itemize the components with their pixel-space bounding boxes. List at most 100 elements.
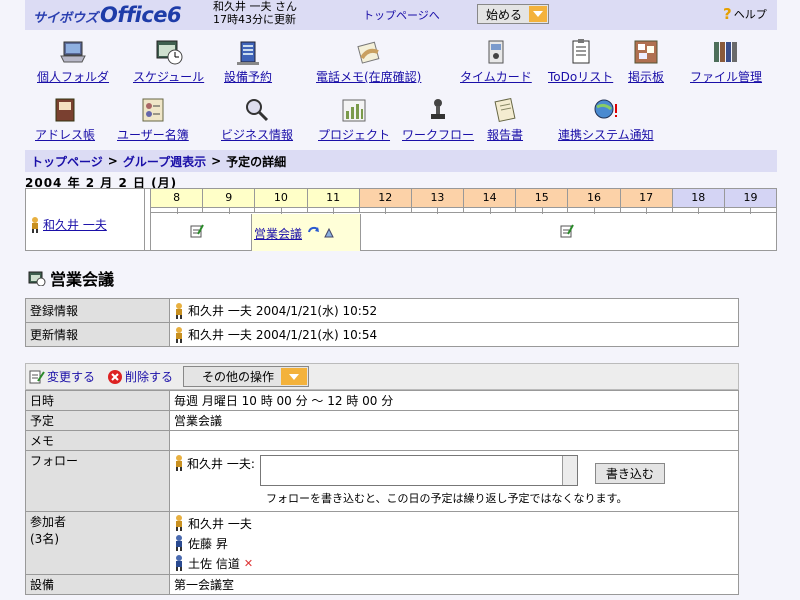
hour-cell: 15 [515, 189, 568, 207]
start-button[interactable]: 始める [477, 4, 549, 24]
app-timecard[interactable]: タイムカード [460, 38, 532, 85]
memo-value [169, 430, 739, 451]
repeat-icon [308, 226, 334, 238]
schedule-icon [28, 271, 46, 286]
app-todo-list[interactable]: ToDoリスト [548, 38, 613, 85]
event-title: 営業会議 [28, 266, 114, 290]
dropdown-arrow-icon [281, 368, 308, 385]
updated-label: 更新情報 [25, 322, 170, 347]
breadcrumb-group-week[interactable]: グループ週表示 [123, 153, 206, 170]
event-label[interactable]: 営業会議 [254, 225, 302, 242]
logo-brand: サイボウズ [33, 11, 99, 26]
report-icon [494, 97, 516, 123]
hour-cell: 13 [410, 189, 464, 207]
stamp-icon [431, 99, 445, 119]
hour-cell: 19 [723, 189, 777, 207]
calendar-clock-icon [156, 40, 183, 65]
registered-info: 和久井 一夫 2004/1/21(水) 10:52 [169, 298, 739, 323]
todo-icon [572, 39, 590, 64]
participant: 佐藤 昇 [174, 533, 734, 553]
app-bulletin-board[interactable]: 掲示板 [628, 38, 664, 85]
registered-label: 登録情報 [25, 298, 170, 323]
follow-user: 和久井 一夫: [187, 457, 255, 471]
updated-info: 和久井 一夫 2004/1/21(水) 10:54 [169, 322, 739, 347]
phone-memo-icon [357, 41, 380, 64]
participant: 土佐 信道 ✕ [174, 553, 734, 573]
registered-user: 和久井 一夫 [188, 304, 252, 318]
follow-label: フォロー [25, 450, 170, 512]
help-link[interactable]: ? ヘルプ [723, 5, 767, 23]
timeline-member[interactable]: 和久井 一夫 [30, 216, 107, 233]
user-icon [176, 455, 182, 471]
app-user-roster[interactable]: ユーザー名簿 [117, 96, 189, 143]
breadcrumb-top-page[interactable]: トップページ [31, 153, 103, 170]
write-button[interactable]: 書き込む [594, 463, 665, 484]
updated-user: 和久井 一夫 [188, 328, 252, 342]
globe-alert-icon [594, 99, 617, 119]
updated-time: 17時43分に更新 [213, 13, 296, 26]
event-title-text: 営業会議 [50, 270, 115, 289]
logo-product: Office6 [100, 3, 182, 27]
add-schedule-icon[interactable] [560, 224, 574, 238]
timecard-icon [488, 40, 504, 64]
registered-time: 2004/1/21(水) 10:52 [255, 304, 378, 318]
datetime-label: 日時 [25, 390, 170, 411]
start-button-label: 始める [486, 7, 523, 22]
textarea-scrollbar[interactable] [561, 456, 577, 485]
participant-name: 土佐 信道 [188, 556, 240, 571]
delete-label: 削除する [125, 370, 174, 384]
edit-button[interactable]: 変更する [29, 368, 95, 385]
top-page-link[interactable]: トップページへ [363, 7, 440, 23]
app-personal-folder[interactable]: 個人フォルダ [37, 38, 109, 85]
registration-info-table: 登録情報 和久井 一夫 2004/1/21(水) 10:52 更新情報 和久井 … [25, 298, 739, 347]
app-report[interactable]: 報告書 [487, 96, 523, 143]
question-icon: ? [723, 5, 732, 23]
facility-label: 設備 [25, 574, 170, 595]
hour-cell: 11 [306, 189, 359, 207]
participants-cell: 和久井 一夫 佐藤 昇 土佐 信道 ✕ [169, 511, 739, 575]
event-detail-table: 日時 毎週 月曜日 10 時 00 分 ～ 12 時 00 分 予定 営業会議 … [25, 390, 739, 595]
hour-cell: 17 [619, 189, 672, 207]
follow-textarea[interactable] [259, 455, 578, 486]
cybozu-logo[interactable]: サイボウズ Office6 [33, 3, 182, 27]
app-facility-reservation[interactable]: 設備予約 [224, 38, 272, 85]
user-icon [176, 515, 182, 531]
datetime-value: 毎週 月曜日 10 時 00 分 ～ 12 時 00 分 [169, 390, 739, 411]
follow-note: フォローを書き込むと、この日の予定は繰り返し予定ではなくなります。 [266, 492, 628, 505]
app-linked-system-notice[interactable]: 連携システム通知 [558, 96, 654, 143]
app-phone-memo[interactable]: 電話メモ(在席確認) [316, 38, 421, 85]
hour-cell: 12 [358, 189, 411, 207]
add-schedule-icon[interactable] [190, 224, 204, 238]
delete-button[interactable]: 削除する [107, 368, 173, 385]
app-workflow[interactable]: ワークフロー [402, 96, 474, 143]
facility-value: 第一会議室 [169, 574, 739, 595]
edit-icon [29, 370, 45, 383]
other-actions-button[interactable]: その他の操作 [183, 366, 310, 387]
user-icon [176, 535, 182, 551]
address-book-icon [55, 98, 75, 122]
participants-header: 参加者 (3名) [25, 511, 170, 575]
breadcrumb-current: 予定の詳細 [226, 154, 287, 169]
app-business-info[interactable]: ビジネス情報 [221, 96, 293, 143]
memo-label: メモ [25, 430, 170, 451]
app-schedule[interactable]: スケジュール [133, 38, 204, 85]
breadcrumb: トップページ > グループ週表示 > 予定の詳細 [25, 150, 777, 172]
app-address-book[interactable]: アドレス帳 [35, 96, 95, 143]
user-icon [176, 326, 182, 343]
dropdown-arrow-icon [529, 6, 547, 22]
bar-chart-icon [342, 99, 366, 122]
hour-cell: 9 [202, 189, 255, 207]
app-project[interactable]: プロジェクト [318, 96, 390, 143]
hour-cell: 10 [254, 189, 307, 207]
help-label: ヘルプ [733, 8, 767, 21]
timeline-member-name: 和久井 一夫 [43, 218, 107, 232]
user-roster-icon [142, 98, 164, 122]
other-actions-label: その他の操作 [202, 370, 275, 384]
app-file-management[interactable]: ファイル管理 [690, 38, 762, 85]
breadcrumb-separator: > [107, 154, 118, 168]
user-icon [176, 555, 182, 571]
delete-icon [108, 369, 123, 384]
hour-cell: 14 [463, 189, 516, 207]
hour-cell: 16 [567, 189, 620, 207]
participants-count: (3名) [30, 532, 59, 546]
